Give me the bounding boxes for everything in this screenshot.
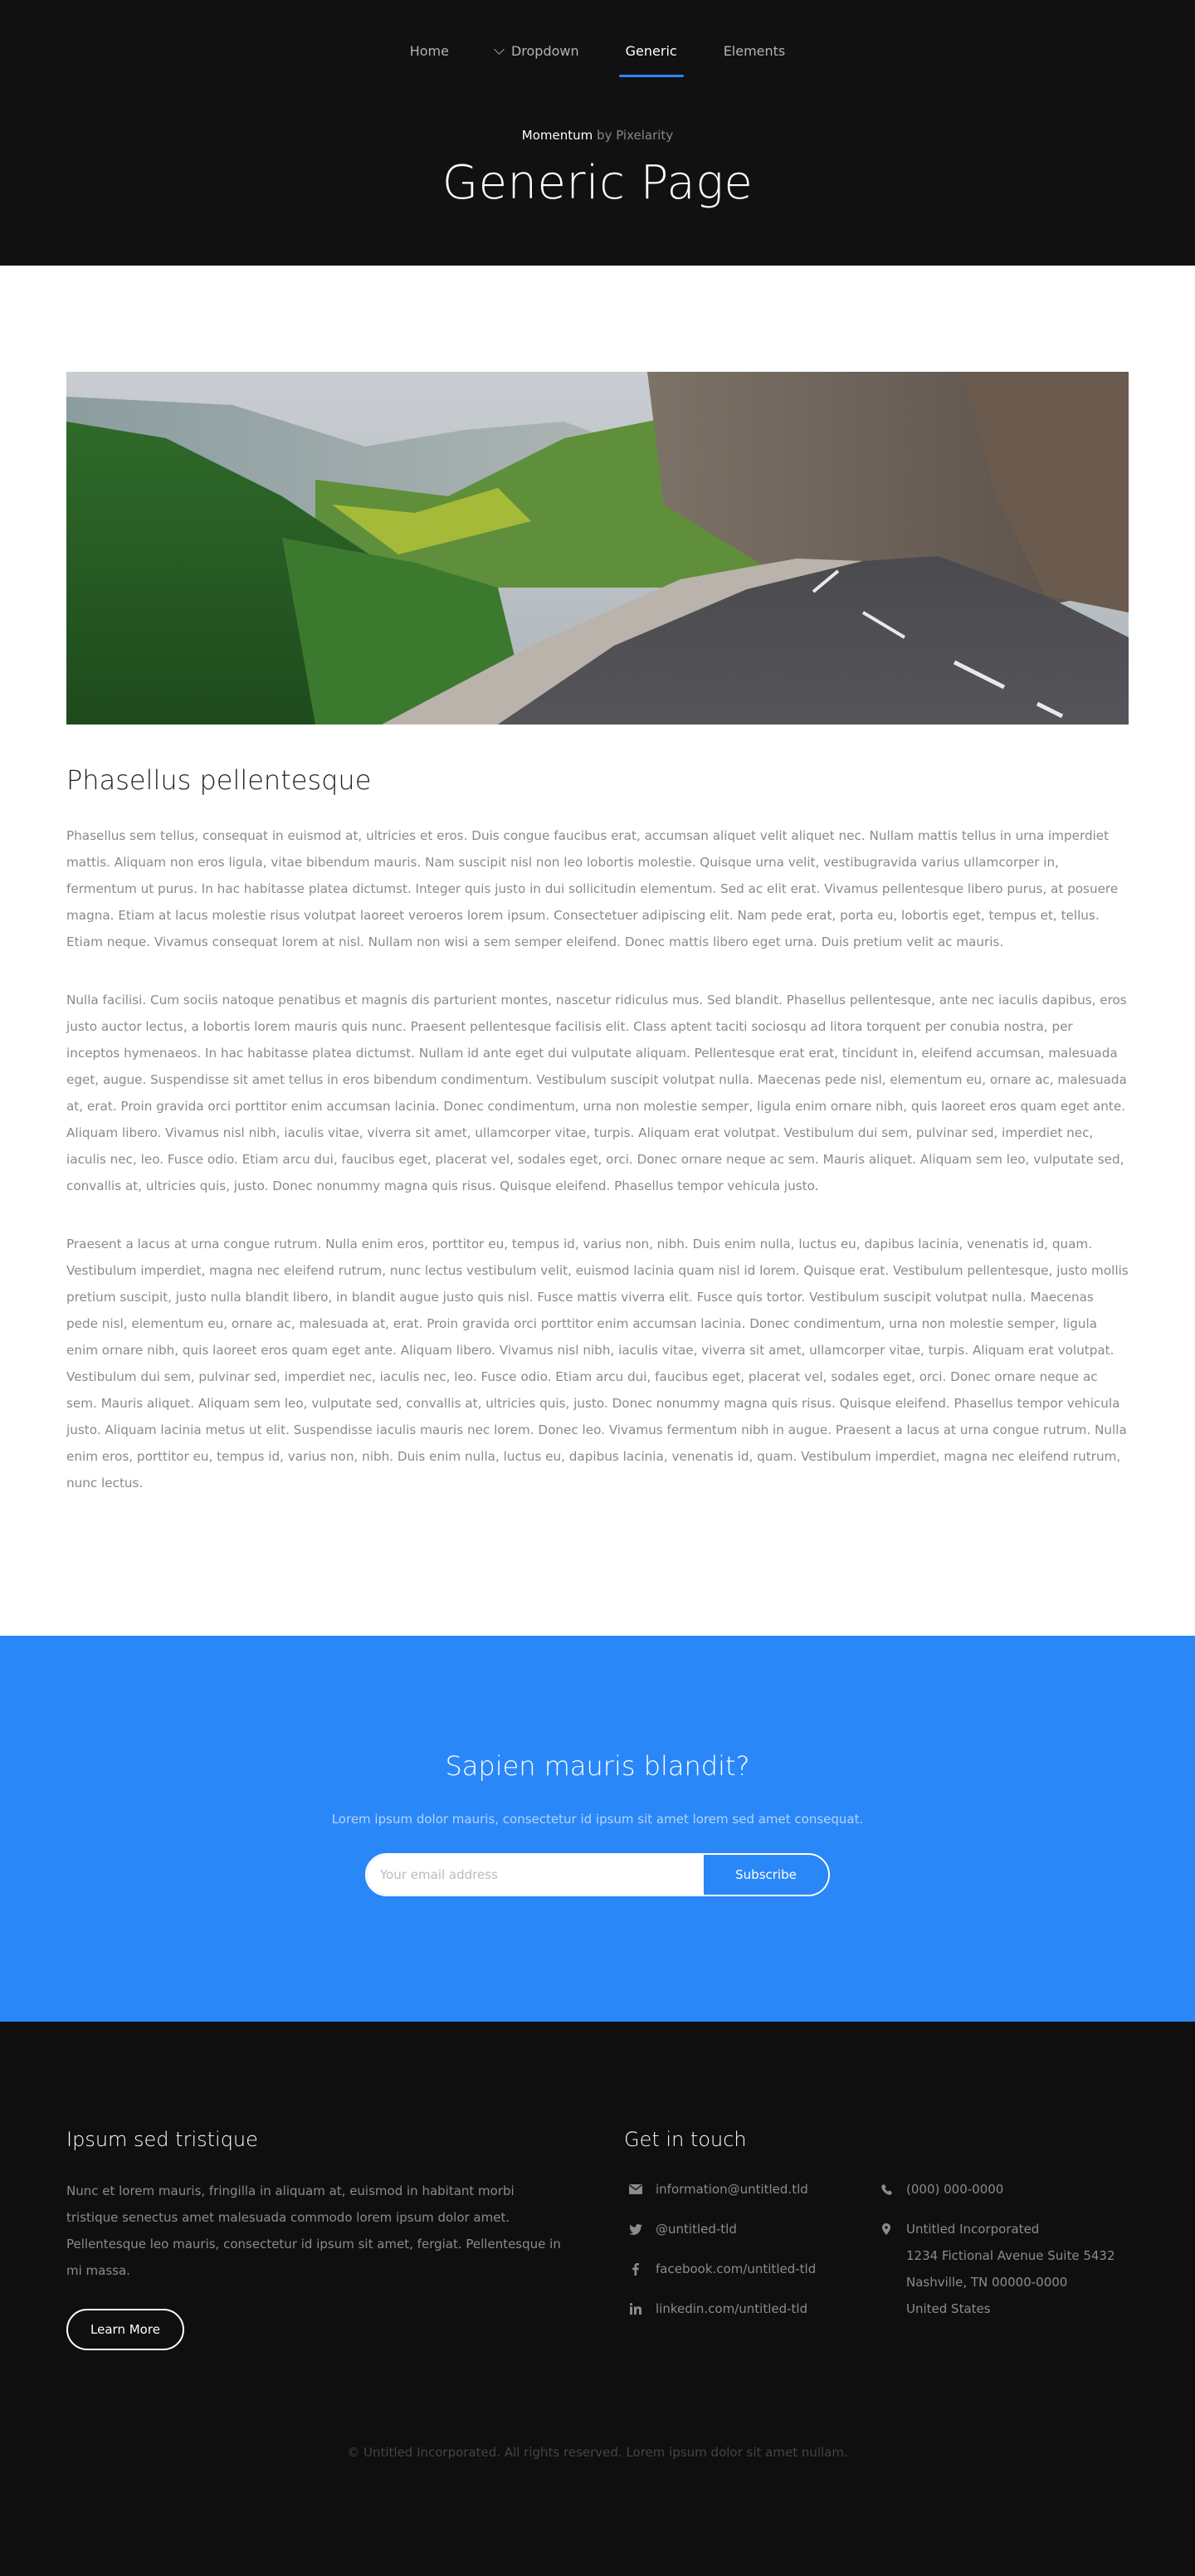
footer-about-text: Nunc et lorem mauris, fringilla in aliqu… — [66, 2183, 561, 2278]
contact-facebook: facebook.com/untitled-tld — [624, 2256, 875, 2282]
brand-by: by Pixelarity — [597, 128, 674, 143]
linkedin-icon — [627, 2295, 644, 2322]
main-content: Phasellus pellentesque Phasellus sem tel… — [0, 266, 1195, 1636]
contact-twitter-link[interactable]: @untitled-tld — [656, 2216, 737, 2242]
address-line: Nashville, TN 00000-0000 — [906, 2275, 1068, 2290]
chevron-down-icon — [494, 44, 505, 55]
site-header: Home Dropdown Generic Elements Momentum … — [0, 0, 1195, 266]
nav-item-dropdown[interactable]: Dropdown — [492, 43, 583, 76]
contact-phone: (000) 000-0000 — [875, 2176, 1125, 2203]
nav-item-generic[interactable]: Generic — [618, 43, 684, 77]
paragraph-1: Phasellus sem tellus, consequat in euism… — [66, 828, 1119, 949]
phone-number: (000) 000-0000 — [906, 2182, 1004, 2197]
address-block: Untitled Incorporated 1234 Fictional Ave… — [906, 2216, 1115, 2322]
hero-image — [66, 372, 1129, 724]
subscribe-button[interactable]: Subscribe — [704, 1855, 828, 1895]
page-title: Generic Page — [441, 156, 754, 210]
envelope-icon — [627, 2176, 644, 2203]
nav-label: Dropdown — [510, 43, 579, 59]
address-line: 1234 Fictional Avenue Suite 5432 — [906, 2248, 1115, 2263]
nav-label: Home — [409, 43, 449, 59]
brand-name[interactable]: Momentum — [522, 128, 593, 143]
newsletter-section: Sapien mauris blandit? Lorem ipsum dolor… — [0, 1636, 1195, 2022]
main-nav: Home Dropdown Generic Elements — [0, 0, 1195, 80]
site-footer: Ipsum sed tristique Nunc et lorem mauris… — [0, 2022, 1195, 2576]
contact-linkedin-link[interactable]: linkedin.com/untitled-tld — [656, 2295, 807, 2322]
contact-twitter: @untitled-tld — [624, 2216, 875, 2242]
nav-item-elements[interactable]: Elements — [720, 43, 789, 76]
nav-label: Elements — [723, 43, 786, 59]
address-line: Untitled Incorporated — [906, 2222, 1040, 2237]
contact-col-left: information@untitled.tld @untitled-tld f… — [624, 2176, 875, 2335]
twitter-icon — [627, 2216, 644, 2242]
footer-about: Ipsum sed tristique Nunc et lorem mauris… — [66, 2128, 564, 2350]
mountain-road-photo — [66, 372, 1129, 724]
footer-contact-title: Get in touch — [624, 2128, 747, 2151]
nav-label: Generic — [625, 43, 677, 59]
footer-contact: Get in touch information@untitled.tld @u… — [624, 2128, 1139, 2335]
cta-title: Sapien mauris blandit? — [445, 1750, 750, 1782]
learn-more-button[interactable]: Learn More — [66, 2309, 184, 2350]
cta-subtitle: Lorem ipsum dolor mauris, consectetur id… — [331, 1812, 864, 1827]
email-input[interactable] — [367, 1855, 704, 1895]
contact-email: information@untitled.tld — [624, 2176, 875, 2203]
contact-address: Untitled Incorporated 1234 Fictional Ave… — [875, 2216, 1125, 2322]
footer-about-title: Ipsum sed tristique — [66, 2128, 258, 2151]
contact-linkedin: linkedin.com/untitled-tld — [624, 2295, 875, 2322]
phone-icon — [878, 2176, 895, 2203]
contact-col-right: (000) 000-0000 Untitled Incorporated 123… — [875, 2176, 1125, 2335]
section-title: Phasellus pellentesque — [66, 764, 372, 796]
subscribe-form: Subscribe — [365, 1853, 830, 1896]
contact-facebook-link[interactable]: facebook.com/untitled-tld — [656, 2256, 816, 2282]
address-line: United States — [906, 2301, 991, 2316]
brand-line: Momentum by Pixelarity — [0, 128, 1195, 143]
contact-email-link[interactable]: information@untitled.tld — [656, 2176, 808, 2203]
nav-item-home[interactable]: Home — [407, 43, 452, 76]
facebook-icon — [627, 2256, 644, 2282]
map-marker-icon — [878, 2216, 895, 2242]
paragraph-3: Praesent a lacus at urna congue rutrum. … — [66, 1237, 1129, 1490]
contact-grid: information@untitled.tld @untitled-tld f… — [624, 2176, 1139, 2335]
paragraph-2: Nulla facilisi. Cum sociis natoque penat… — [66, 993, 1127, 1193]
copyright: © Untitled Incorporated. All rights rese… — [347, 2445, 848, 2460]
